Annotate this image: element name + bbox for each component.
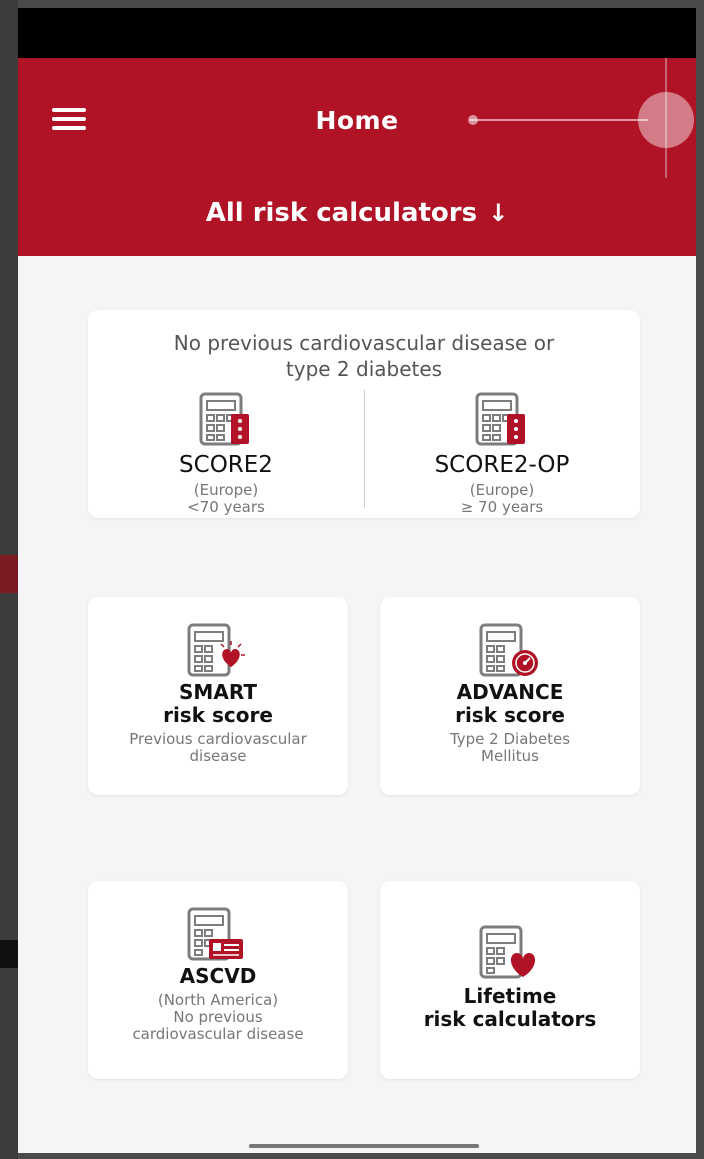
phone-screen: Home All risk calculators ↓ No previous … [18, 8, 696, 1153]
score2-card[interactable]: SCORE2 (Europe) <70 years [88, 392, 364, 518]
lifetime-title: Lifetime risk calculators [423, 984, 597, 1031]
calculator-heart-alert-icon [187, 623, 245, 677]
app-bar: Home [18, 58, 696, 178]
home-indicator[interactable] [249, 1144, 479, 1148]
calculator-id-card-icon [187, 907, 243, 961]
arrow-down-icon: ↓ [488, 199, 509, 227]
ascvd-card[interactable]: ASCVD (North America) No previous cardio… [88, 881, 348, 1079]
advance-title: ADVANCE risk score [455, 680, 565, 727]
score2-op-card[interactable]: SCORE2-OP (Europe) ≥ 70 years [364, 392, 640, 518]
group-heading: No previous cardiovascular disease or ty… [173, 331, 555, 381]
subheader-label: All risk calculators [205, 198, 478, 228]
advance-subtitle: Type 2 Diabetes Mellitus [449, 730, 571, 765]
score2-subtitle: (Europe) <70 years [187, 481, 265, 516]
calculator-chart-icon [199, 392, 249, 446]
calculator-heart-icon [479, 925, 536, 979]
background-app-strip [0, 0, 18, 1159]
smart-subtitle: Previous cardiovascular disease [129, 730, 307, 765]
smart-risk-score-card[interactable]: SMART risk score Previous cardiovascular… [88, 597, 348, 795]
smart-title: SMART risk score [163, 680, 273, 727]
ascvd-title: ASCVD [179, 964, 257, 988]
advance-risk-score-card[interactable]: ADVANCE risk score Type 2 Diabetes Melli… [380, 597, 640, 795]
ascvd-subtitle: (North America) No previous cardiovascul… [132, 991, 304, 1043]
no-previous-cvd-group-card: No previous cardiovascular disease or ty… [88, 310, 640, 518]
score2-op-title: SCORE2-OP [434, 452, 570, 478]
score2-op-subtitle: (Europe) ≥ 70 years [460, 481, 544, 516]
lifetime-risk-calculators-card[interactable]: Lifetime risk calculators [380, 881, 640, 1079]
calculator-chart-icon [475, 392, 525, 446]
decorative-graphic [468, 58, 694, 178]
score2-title: SCORE2 [179, 452, 273, 478]
status-bar [18, 8, 696, 58]
calculator-gauge-icon [479, 623, 538, 677]
all-risk-calculators-dropdown[interactable]: All risk calculators ↓ [18, 178, 696, 256]
